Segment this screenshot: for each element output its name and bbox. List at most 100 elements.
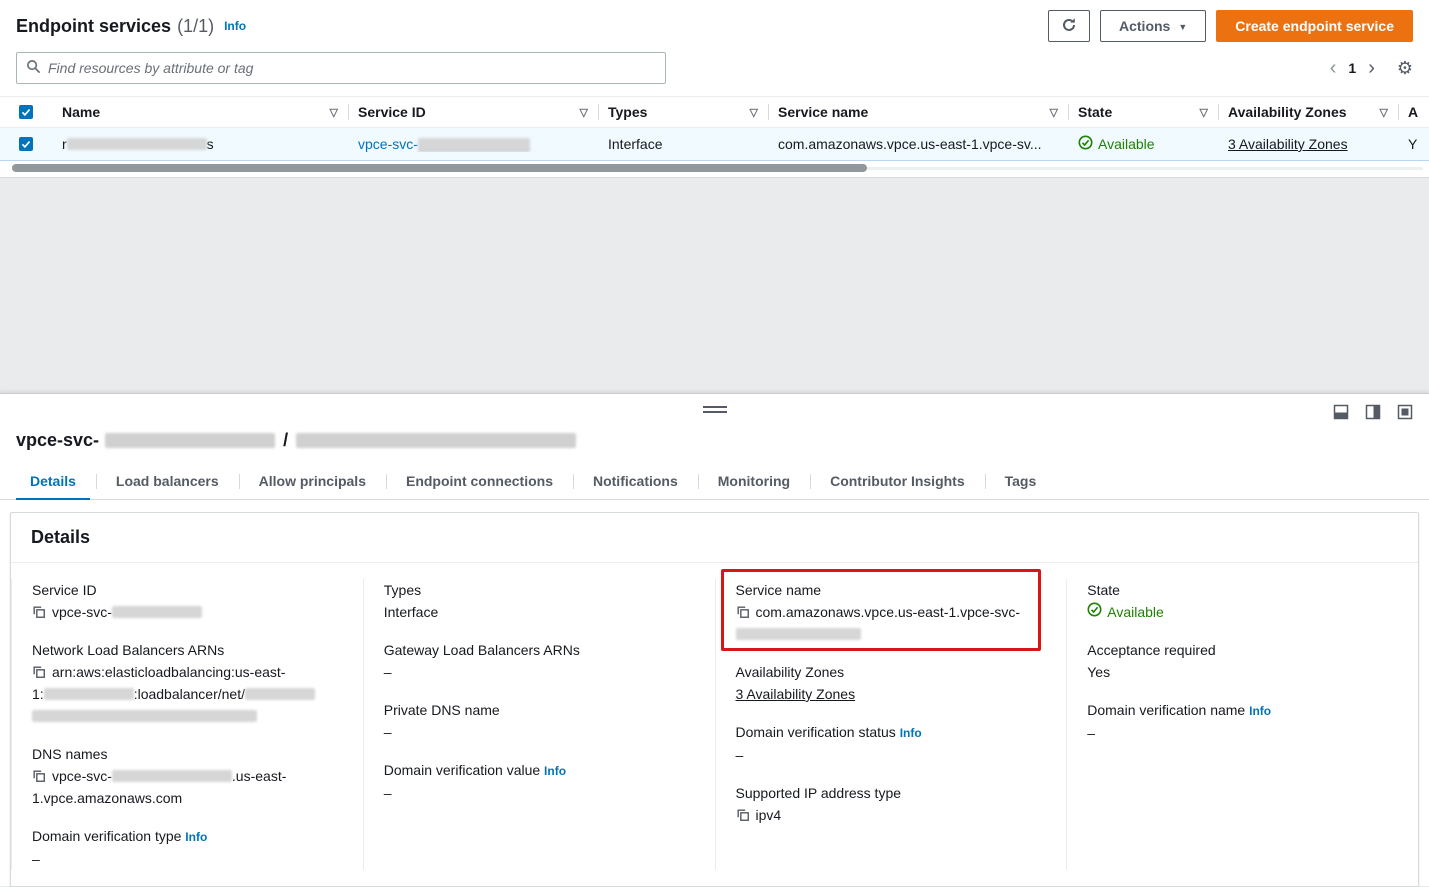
actions-button[interactable]: Actions ▼ (1100, 10, 1206, 42)
field-private-dns-name: Private DNS name – (384, 699, 695, 743)
detail-tabs: Details Load balancers Allow principals … (0, 463, 1429, 500)
filter-icon[interactable]: ▽ (1380, 106, 1388, 119)
filter-icon[interactable]: ▽ (330, 106, 338, 119)
tab-notifications[interactable]: Notifications (573, 463, 698, 499)
row-name-cell: rs (52, 136, 348, 152)
filter-icon[interactable]: ▽ (1200, 106, 1208, 119)
details-content: Service ID vpce-svc- Network Load Balanc… (11, 563, 1418, 886)
field-domain-verification-status: Domain verification status Info – (736, 721, 1047, 766)
redacted-text (105, 433, 275, 448)
status-available-icon (1078, 135, 1093, 153)
refresh-button[interactable] (1048, 10, 1090, 42)
split-panel-drag-handle[interactable] (703, 406, 727, 413)
tab-endpoint-connections[interactable]: Endpoint connections (386, 463, 573, 499)
search-box[interactable] (16, 52, 666, 84)
chevron-down-icon: ▼ (1178, 22, 1187, 32)
select-all-cell (0, 97, 52, 127)
field-dns-names: DNS names vpce-svc-.us-east- 1.vpce.amaz… (32, 743, 343, 809)
copy-icon[interactable] (736, 605, 750, 619)
copy-icon[interactable] (32, 769, 46, 783)
details-column-3: Service name com.amazonaws.vpce.us-east-… (715, 579, 1067, 870)
actions-button-label: Actions (1119, 18, 1170, 34)
split-panel: vpce-svc- / Details Load balancers Allow… (0, 393, 1429, 886)
row-service-name-cell: com.amazonaws.vpce.us-east-1.vpce-sv... (768, 136, 1068, 152)
info-link[interactable]: Info (544, 764, 566, 778)
field-service-name: Service name com.amazonaws.vpce.us-east-… (736, 579, 1047, 645)
field-state: State Available (1087, 579, 1398, 623)
redacted-text (112, 770, 232, 782)
redacted-text (32, 710, 257, 722)
redacted-text (44, 688, 134, 700)
tab-details[interactable]: Details (10, 463, 96, 499)
panel-window-layout-icon[interactable] (1397, 404, 1413, 420)
panel-bottom-layout-icon[interactable] (1333, 404, 1349, 420)
field-domain-verification-value: Domain verification value Info – (384, 759, 695, 804)
scrollbar-thumb[interactable] (12, 164, 867, 172)
field-acceptance-required: Acceptance required Yes (1087, 639, 1398, 683)
current-page[interactable]: 1 (1348, 60, 1356, 76)
header-actions: Actions ▼ Create endpoint service (1048, 10, 1413, 42)
panel-side-layout-icon[interactable] (1365, 404, 1381, 420)
details-card: Details Service ID vpce-svc- Network Loa… (10, 512, 1419, 887)
copy-icon[interactable] (32, 605, 46, 619)
availability-zones-link[interactable]: 3 Availability Zones (1228, 136, 1348, 152)
filter-icon[interactable]: ▽ (580, 106, 588, 119)
previous-page-button[interactable]: ‹ (1330, 58, 1337, 78)
filter-icon[interactable]: ▽ (1050, 106, 1058, 119)
redacted-text (296, 433, 576, 448)
field-gateway-lb-arns: Gateway Load Balancers ARNs – (384, 639, 695, 683)
column-header-state[interactable]: State ▽ (1068, 97, 1218, 127)
endpoint-services-section: Endpoint services (1/1) Info Actions ▼ C… (0, 0, 1429, 178)
search-input[interactable] (48, 60, 656, 76)
row-state-cell: Available (1068, 135, 1218, 153)
column-header-service-name[interactable]: Service name ▽ (768, 97, 1068, 127)
selected-service-title: vpce-svc- / (0, 426, 1429, 451)
details-heading: Details (11, 513, 1418, 563)
column-header-types[interactable]: Types ▽ (598, 97, 768, 127)
page-title-text: Endpoint services (16, 16, 171, 37)
field-supported-ip-type: Supported IP address type ipv4 (736, 782, 1047, 826)
tab-allow-principals[interactable]: Allow principals (239, 463, 386, 499)
info-link[interactable]: Info (224, 19, 246, 33)
details-column-2: Types Interface Gateway Load Balancers A… (363, 579, 715, 870)
field-types: Types Interface (384, 579, 695, 623)
split-panel-layout-controls (1333, 404, 1413, 420)
row-checkbox[interactable] (19, 137, 33, 151)
refresh-icon (1061, 17, 1077, 36)
field-domain-verification-type: Domain verification type Info – (32, 825, 343, 870)
info-link[interactable]: Info (1249, 704, 1271, 718)
tab-monitoring[interactable]: Monitoring (698, 463, 810, 499)
redacted-text (736, 628, 861, 640)
field-nlb-arns: Network Load Balancers ARNs arn:aws:elas… (32, 639, 343, 727)
row-service-id-cell: vpce-svc- (348, 136, 598, 152)
field-domain-verification-name: Domain verification name Info – (1087, 699, 1398, 744)
tab-tags[interactable]: Tags (985, 463, 1057, 499)
search-icon (26, 59, 41, 77)
horizontal-scrollbar[interactable] (0, 162, 1429, 175)
info-link[interactable]: Info (185, 830, 207, 844)
service-id-link[interactable]: vpce-svc- (358, 136, 530, 152)
copy-icon[interactable] (736, 808, 750, 822)
create-endpoint-service-label: Create endpoint service (1235, 18, 1394, 34)
filter-icon[interactable]: ▽ (750, 106, 758, 119)
next-page-button[interactable]: › (1368, 58, 1375, 78)
select-all-checkbox[interactable] (19, 105, 33, 119)
row-types-cell: Interface (598, 136, 768, 152)
column-header-service-id[interactable]: Service ID ▽ (348, 97, 598, 127)
column-header-name[interactable]: Name ▽ (52, 97, 348, 127)
redacted-text (418, 138, 530, 150)
tab-contributor-insights[interactable]: Contributor Insights (810, 463, 985, 499)
info-link[interactable]: Info (900, 726, 922, 740)
page-title: Endpoint services (1/1) Info (16, 16, 246, 37)
row-clipped-cell: Y (1398, 136, 1429, 152)
redacted-text (67, 138, 207, 150)
column-header-availability-zones[interactable]: Availability Zones ▽ (1218, 97, 1398, 127)
copy-icon[interactable] (32, 665, 46, 679)
column-header-clipped[interactable]: A (1398, 97, 1429, 127)
field-service-id: Service ID vpce-svc- (32, 579, 343, 623)
availability-zones-link[interactable]: 3 Availability Zones (736, 686, 856, 702)
tab-load-balancers[interactable]: Load balancers (96, 463, 239, 499)
create-endpoint-service-button[interactable]: Create endpoint service (1216, 10, 1413, 42)
settings-gear-icon[interactable]: ⚙ (1397, 58, 1413, 79)
table-row[interactable]: rs vpce-svc- Interface com.amazonaws.vpc… (0, 128, 1429, 161)
